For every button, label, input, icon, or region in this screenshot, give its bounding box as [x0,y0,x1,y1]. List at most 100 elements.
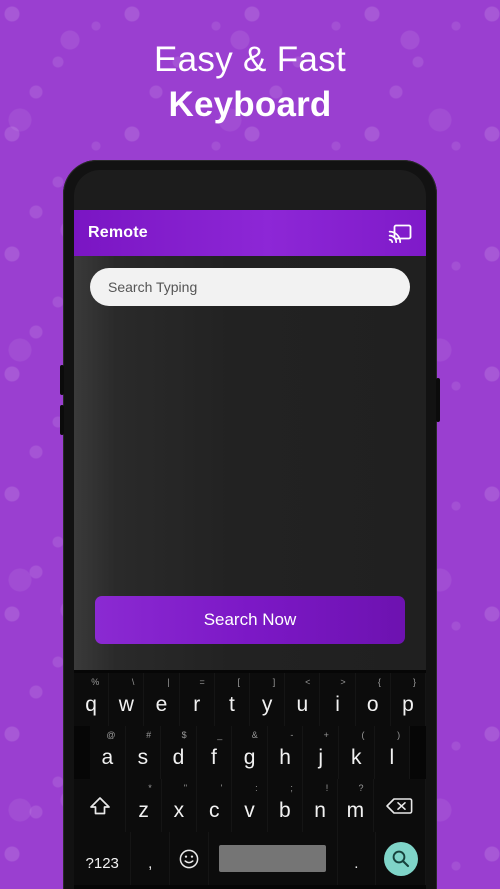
key-e-sub: | [167,677,170,687]
key-space[interactable] [208,832,338,885]
key-symbols-label: ?123 [85,854,119,872]
key-a-label: a [101,745,114,769]
key-comma-label: , [148,854,153,872]
key-k-sub: ( [361,730,365,740]
app-title: Remote [88,224,148,241]
key-m-label: m [346,798,365,822]
key-period-label: . [354,854,359,872]
key-d[interactable]: $ d [161,726,197,779]
key-b-sub: ; [290,783,293,793]
key-x[interactable]: " x [161,779,198,832]
key-h-label: h [279,745,291,769]
key-h[interactable]: -h [267,726,304,779]
key-d-label: d [172,745,185,769]
key-w-label: w [118,692,134,716]
key-s-sub: # [146,730,152,740]
key-v-sub: : [255,783,258,793]
key-t-sub: [ [237,677,241,687]
key-j-label: j [318,745,323,769]
key-t[interactable]: [t [214,673,251,726]
key-search-enter[interactable] [376,832,426,885]
key-o[interactable]: {o [355,673,391,726]
key-i-label: i [335,692,340,716]
key-y-sub: ] [272,677,276,687]
key-comma[interactable]: , [131,832,171,885]
key-e[interactable]: | e [144,673,180,726]
key-j[interactable]: + j [303,726,339,779]
key-o-sub: { [377,677,381,687]
key-f-label: f [211,745,217,769]
key-q-label: q [85,692,97,716]
key-z-sub: * [148,783,152,793]
app-bar: Remote [74,210,426,256]
key-x-sub: " [183,783,188,793]
key-c-label: c [208,798,220,822]
search-input[interactable]: Search Typing [90,268,410,306]
key-s[interactable]: # s [125,726,162,779]
key-a-sub: @ [106,730,116,740]
key-n[interactable]: ! n [302,779,339,832]
key-h-sub: - [290,730,294,740]
key-y[interactable]: ] y [250,673,286,726]
search-now-button[interactable]: Search Now [95,596,405,644]
on-screen-keyboard: % q \ w | e = r [t ] y < u > i {o } p @ a # s $ d _… [74,670,426,889]
keyboard-row-3: * z " x ' c :v ; b ! n ? m [74,779,426,832]
emoji-icon[interactable] [170,832,209,885]
search-icon [383,841,418,876]
key-l[interactable]: ) l [374,726,411,779]
shift-icon[interactable] [74,779,127,832]
key-z[interactable]: * z [126,779,162,832]
cast-icon[interactable] [388,223,412,243]
key-j-sub: + [323,730,329,740]
key-w-sub: \ [131,677,135,687]
phone-power-button[interactable] [436,378,440,422]
key-e-label: e [155,692,168,716]
key-g-label: g [243,745,256,769]
key-q-sub: % [91,677,100,687]
key-u[interactable]: < u [285,673,321,726]
key-i-sub: > [340,677,346,687]
key-m[interactable]: ? m [338,779,374,832]
phone-screen: Remote Search Typing Search Now % q \ w … [74,170,426,889]
app-content-area: Search Typing Search Now [74,256,426,670]
key-r-sub: = [199,677,205,687]
key-g-sub: & [251,730,258,740]
key-a[interactable]: @ a [90,726,126,779]
key-p[interactable]: } p [390,673,426,726]
key-c-sub: ' [220,783,223,793]
key-r-label: r [193,692,201,716]
backspace-icon[interactable] [373,779,426,832]
phone-volume-down-button[interactable] [60,405,64,435]
key-q[interactable]: % q [74,673,110,726]
key-n-label: n [314,798,326,822]
key-c[interactable]: ' c [197,779,233,832]
key-m-sub: ? [358,783,364,793]
key-b-label: b [278,798,291,822]
key-symbols[interactable]: ?123 [74,832,132,885]
key-x-label: x [173,798,185,822]
promo-screenshot: Easy & Fast Keyboard Remote Search Typin… [0,0,500,889]
key-k-label: k [350,745,362,769]
key-u-label: u [296,692,309,716]
keyboard-row-1: % q \ w | e = r [t ] y < u > i {o } p [74,673,426,726]
phone-mockup: Remote Search Typing Search Now % q \ w … [63,160,437,889]
key-k[interactable]: (k [338,726,375,779]
key-i[interactable]: > i [320,673,356,726]
key-r[interactable]: = r [179,673,215,726]
key-u-sub: < [305,677,311,687]
search-input-placeholder: Search Typing [108,279,198,295]
key-period[interactable]: . [337,832,377,885]
key-b[interactable]: ; b [267,779,303,832]
phone-volume-up-button[interactable] [60,365,64,395]
key-w[interactable]: \ w [109,673,145,726]
key-g[interactable]: & g [232,726,268,779]
key-o-label: o [366,692,379,716]
key-f-sub: _ [217,730,223,740]
key-f[interactable]: _ f [196,726,233,779]
key-n-sub: ! [325,783,329,793]
key-v-label: v [244,798,255,822]
key-v[interactable]: :v [232,779,268,832]
keyboard-row-2: @ a # s $ d _ f & g -h + j (k ) l [74,726,426,779]
key-l-sub: ) [397,730,401,740]
key-s-label: s [137,745,149,769]
